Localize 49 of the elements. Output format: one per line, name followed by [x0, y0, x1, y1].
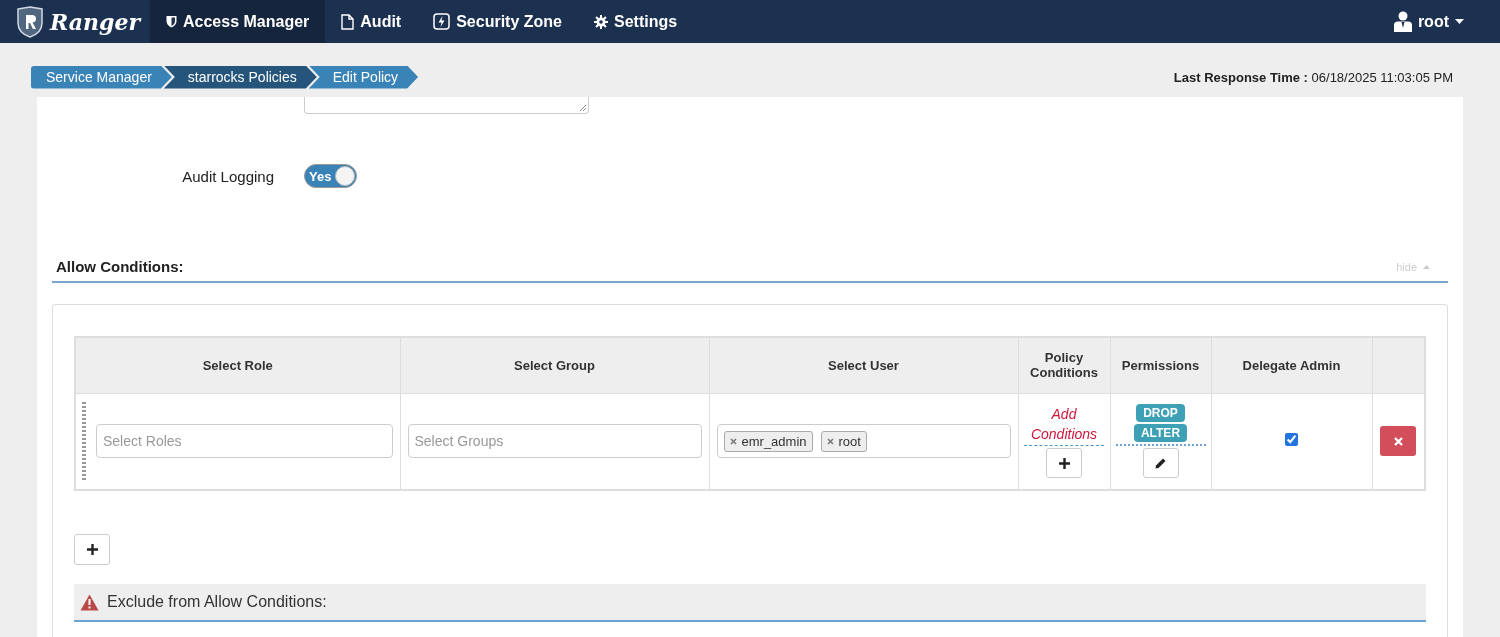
last-response-time: Last Response Time : 06/18/2025 11:03:05 PM	[1173, 69, 1453, 85]
breadcrumb-link[interactable]: Edit Policy	[308, 65, 419, 89]
tag-text: emr_admin	[741, 433, 807, 449]
nav-tab[interactable]: Settings	[578, 0, 694, 43]
column-header: Select User	[709, 337, 1018, 393]
pencil-icon	[1155, 457, 1166, 469]
groups-field[interactable]: Select Groups	[407, 424, 702, 459]
users-field[interactable]: emr_admin root	[716, 424, 1011, 459]
delete-row-button[interactable]	[1380, 426, 1417, 457]
column-header: Select Role	[75, 337, 400, 393]
user-icon	[1393, 11, 1412, 32]
breadcrumb-link[interactable]: Service Manager	[31, 65, 172, 89]
nav-tab[interactable]: Access Manager	[150, 0, 326, 43]
roles-field[interactable]: Select Roles	[96, 424, 393, 459]
user-menu[interactable]: root	[1387, 0, 1500, 43]
plus-icon	[86, 544, 98, 555]
warning-icon	[80, 593, 99, 611]
shield-logo-icon	[16, 5, 44, 38]
field-label: Audit Logging	[181, 167, 274, 185]
edit-permissions-button[interactable]	[1142, 448, 1179, 479]
column-header: Policy Conditions	[1018, 337, 1110, 393]
caret-icon	[1423, 264, 1430, 269]
plus-icon	[1058, 457, 1070, 469]
breadcrumb-link[interactable]: starrocks Policies	[163, 65, 317, 89]
add-condition-button[interactable]	[1046, 448, 1082, 479]
permission-label: DROP	[1136, 404, 1185, 423]
document-icon	[341, 13, 355, 30]
settings-icon	[594, 14, 608, 29]
column-header: Delegate Admin	[1211, 337, 1372, 393]
lightning-icon	[433, 13, 451, 30]
column-header: Permissions	[1110, 337, 1211, 393]
resize-grip-icon[interactable]	[579, 104, 586, 111]
audit-logging-toggle[interactable]: Yes	[304, 164, 357, 188]
column-header: Select Group	[400, 337, 709, 393]
close-icon	[1393, 436, 1403, 446]
brand-name: Ranger	[50, 8, 140, 35]
delegate-admin-checkbox[interactable]	[1285, 433, 1298, 447]
tag-text: root	[838, 433, 861, 449]
remove-icon[interactable]	[826, 437, 834, 445]
nav-tab[interactable]: Audit	[325, 0, 418, 43]
drag-handle[interactable]	[82, 402, 86, 481]
remove-icon[interactable]	[729, 437, 737, 445]
section-title: Exclude from Allow Conditions:	[107, 593, 327, 611]
section-title: Allow Conditions:	[56, 258, 184, 275]
add-row-button[interactable]	[74, 534, 110, 565]
nav-tab[interactable]: Security Zone	[417, 0, 578, 43]
permission-label: ALTER	[1133, 424, 1188, 443]
shield-icon	[166, 15, 177, 28]
caret-icon	[1455, 19, 1464, 24]
